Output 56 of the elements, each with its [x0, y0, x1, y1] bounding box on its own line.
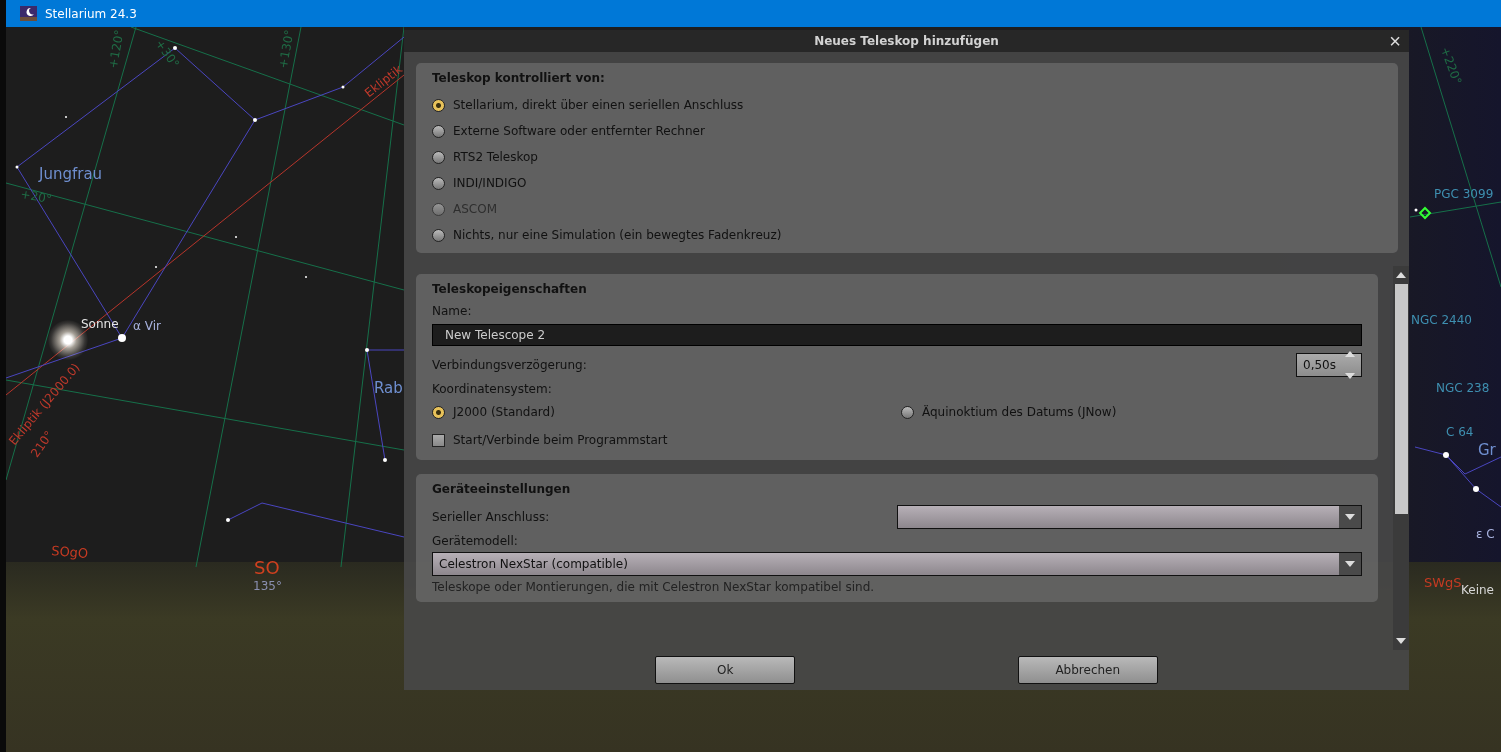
checkbox-label: Start/Verbinde beim Programmstart [453, 433, 668, 447]
group-title: Teleskopeigenschaften [432, 282, 588, 296]
sky-label: Sonne [81, 317, 119, 331]
sky-label: Gr [1478, 441, 1496, 459]
radio-label: INDI/INDIGO [453, 176, 527, 190]
radio-label: Äquinoktium des Datums (JNow) [922, 405, 1117, 419]
radio-button[interactable] [432, 98, 445, 112]
device-model-dropdown[interactable]: Celestron NexStar (compatible) [432, 552, 1362, 576]
dialog-title: Neues Teleskop hinzufügen [814, 34, 999, 48]
sky-label: SO [254, 557, 280, 578]
sky-label: ε C [1476, 527, 1495, 541]
sky-label: +20° [19, 187, 53, 207]
sky-label: +220° [1437, 45, 1465, 87]
group-title: Geräteeinstellungen [432, 482, 572, 496]
sky-label: +120° [106, 28, 127, 70]
field-label: Gerätemodell: [432, 534, 519, 548]
name-input-field[interactable]: New Telescope 2 [432, 324, 1362, 346]
device-description: Teleskope oder Montierungen, die mit Celestron NexStar kompatibel sind. [432, 580, 876, 594]
sky-label: SWgS [1424, 575, 1462, 590]
field-label: Serieller Anschluss: [432, 510, 550, 524]
radio-label: RTS2 Teleskop [453, 150, 538, 164]
sky-label: α Vir [133, 319, 161, 333]
sky-label: C 64 [1446, 425, 1474, 439]
sky-label: NGC 238 [1436, 381, 1490, 395]
radio-button[interactable] [432, 405, 445, 419]
group-title: Teleskop kontrolliert von: [432, 71, 606, 85]
sky-label: PGC 3099 [1434, 187, 1494, 201]
radio-label: J2000 (Standard) [453, 405, 555, 419]
radio-button[interactable] [432, 176, 445, 190]
radio-label: Nichts, nur eine Simulation (ein bewegtes Fadenkreuz) [453, 228, 782, 242]
sky-label: +130° [276, 28, 297, 70]
sky-label: SOgO [50, 543, 89, 562]
field-label: Verbindungsverzögerung: [432, 358, 587, 372]
field-label: Koordinatensystem: [432, 382, 553, 396]
sky-label: Keine [1461, 583, 1494, 597]
sky-label: Jungfrau [39, 165, 103, 183]
sky-label: 135° [253, 579, 282, 593]
sky-label: Rab [374, 379, 403, 397]
sky-view[interactable] [0, 27, 1501, 752]
close-button[interactable]: × [1385, 30, 1405, 52]
window-title: Stellarium 24.3 [45, 6, 137, 21]
scrollbar[interactable] [1393, 266, 1409, 650]
radio-label: Stellarium, direkt über einen seriellen Anschluss [453, 98, 744, 112]
dialog-button[interactable]: Abbrechen [1017, 656, 1158, 684]
radio-button[interactable] [901, 405, 914, 419]
app-logo-icon [20, 6, 37, 21]
radio-button[interactable] [432, 124, 445, 138]
radio-label: Externe Software oder entfernter Rechner [453, 124, 705, 138]
serial-port-dropdown[interactable] [897, 505, 1362, 529]
checkbox[interactable] [432, 433, 445, 447]
delay-spin-field[interactable]: 0,50s [1296, 353, 1362, 377]
sky-label: NGC 2440 [1411, 313, 1472, 327]
field-label: Name: [432, 304, 473, 318]
radio-button[interactable] [432, 150, 445, 164]
radio-button[interactable] [432, 228, 445, 242]
dialog-button[interactable]: Ok [655, 656, 796, 684]
